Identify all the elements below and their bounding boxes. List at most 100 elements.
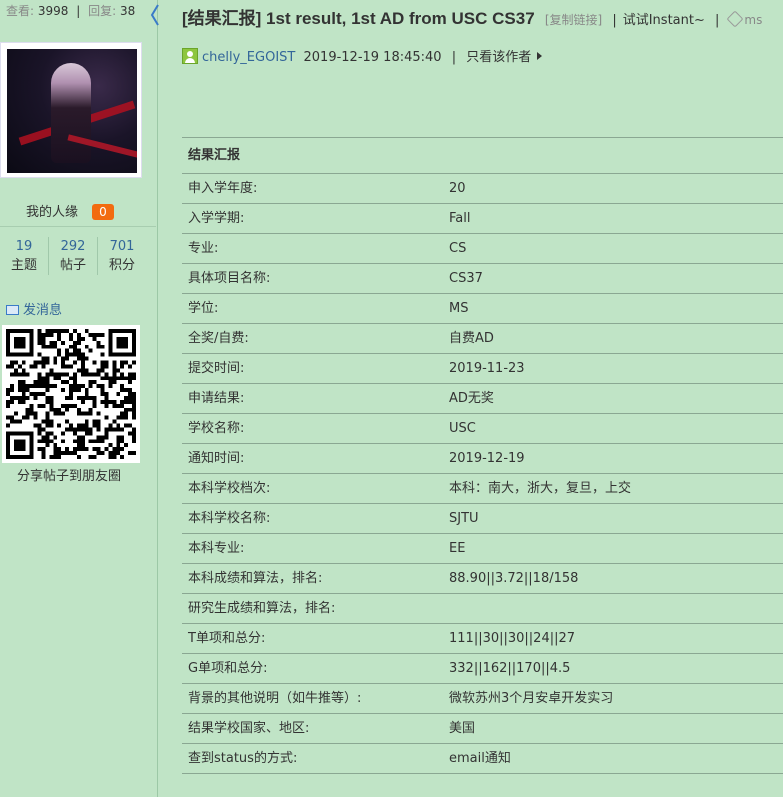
- author-counts: 19 主题 292 帖子 701 积分: [0, 237, 146, 275]
- row-value: 88.90||3.72||18/158: [449, 571, 579, 586]
- tag-link[interactable]: ms: [744, 13, 762, 27]
- row-key: 提交时间:: [188, 361, 245, 376]
- copy-link-button[interactable]: [复制链接]: [545, 13, 602, 27]
- row-value: EE: [449, 541, 466, 556]
- avatar-image[interactable]: [7, 49, 137, 173]
- row-value: email通知: [449, 751, 511, 766]
- chevron-left-icon: [150, 4, 159, 26]
- table-row: 申请结果: AD无奖: [182, 384, 783, 414]
- table-row: 具体项目名称: CS37: [182, 264, 783, 294]
- row-value: 本科：南大，浙大，复旦，上交: [449, 481, 632, 496]
- count-posts-num[interactable]: 292: [49, 237, 97, 256]
- table-row: 查到status的方式: email通知: [182, 744, 783, 774]
- renyuan-badge: 0: [92, 204, 114, 220]
- views-label: 查看:: [6, 4, 35, 18]
- row-value: [449, 594, 783, 623]
- row-value: 美国: [449, 721, 476, 736]
- only-author-link[interactable]: 只看该作者: [466, 50, 531, 65]
- table-row: 本科学校档次: 本科：南大，浙大，复旦，上交: [182, 474, 783, 504]
- count-threads-num[interactable]: 19: [0, 237, 48, 256]
- send-message-label[interactable]: 发消息: [23, 303, 62, 318]
- row-key: 通知时间:: [188, 451, 245, 466]
- table-row: 提交时间: 2019-11-23: [182, 354, 783, 384]
- thread-stats: 查看: 3998 | 回复: 38: [6, 4, 136, 18]
- table-row: T单项和总分: 111||30||30||24||27: [182, 624, 783, 654]
- renyuan-row: 我的人缘 0: [26, 201, 114, 220]
- count-points-label[interactable]: 积分: [98, 256, 146, 275]
- row-value: CS37: [449, 271, 483, 286]
- table-row: 背景的其他说明（如牛推等）: 微软苏州3个月安卓开发实习: [182, 684, 783, 714]
- row-key: 背景的其他说明（如牛推等）:: [188, 691, 362, 706]
- share-label: 分享帖子到朋友圈: [17, 469, 122, 484]
- replies-count: 38: [120, 4, 136, 18]
- row-key: 全奖/自费:: [188, 331, 249, 346]
- author-sidebar: 查看: 3998 | 回复: 38 我的人缘 0 19 主题 292 帖子 70…: [0, 0, 158, 797]
- row-value: MS: [449, 301, 469, 316]
- table-row: G单项和总分: 332||162||170||4.5: [182, 654, 783, 684]
- user-icon: [182, 48, 198, 64]
- thread-title-bar: [结果汇报] 1st result, 1st AD from USC CS37 …: [182, 9, 763, 28]
- table-row: 专业: CS: [182, 234, 783, 264]
- row-key: 查到status的方式:: [188, 751, 298, 766]
- table-row: 结果学校国家、地区: 美国: [182, 714, 783, 744]
- result-heading: 结果汇报: [182, 138, 783, 174]
- row-value: CS: [449, 241, 467, 256]
- table-row: 学位: MS: [182, 294, 783, 324]
- table-row: 研究生成绩和算法，排名:: [182, 594, 783, 624]
- row-key: 本科成绩和算法，排名:: [188, 571, 323, 586]
- row-value: 20: [449, 181, 466, 196]
- envelope-icon: [6, 305, 19, 315]
- thread-title: [结果汇报] 1st result, 1st AD from USC CS37: [182, 9, 535, 28]
- count-posts-label[interactable]: 帖子: [49, 256, 97, 275]
- views-count: 3998: [37, 4, 69, 18]
- replies-label: 回复:: [88, 4, 117, 18]
- row-key: G单项和总分:: [188, 661, 268, 676]
- row-key: 结果学校国家、地区:: [188, 721, 310, 736]
- post-author-line: chelly_EGOIST 2019-12-19 18:45:40 | 只看该作…: [182, 46, 543, 65]
- renyuan-label: 我的人缘: [26, 205, 79, 220]
- count-posts[interactable]: 292 帖子: [49, 237, 98, 275]
- row-key: 具体项目名称:: [188, 271, 271, 286]
- row-key: 学位:: [188, 301, 219, 316]
- author-name-link[interactable]: chelly_EGOIST: [202, 50, 295, 65]
- count-points-num[interactable]: 701: [98, 237, 146, 256]
- triangle-right-icon: [537, 52, 543, 60]
- result-table: 结果汇报 申入学年度: 20 入学学期: Fall 专业: CS 具体项目名称: CS37 学位…: [182, 137, 783, 774]
- count-points[interactable]: 701 积分: [98, 237, 146, 275]
- tag-icon: [726, 10, 744, 28]
- sidebar-divider: [0, 226, 156, 227]
- row-value: SJTU: [449, 511, 479, 526]
- qr-code: [2, 325, 140, 463]
- row-key: 本科专业:: [188, 541, 245, 556]
- table-row: 入学学期: Fall: [182, 204, 783, 234]
- count-threads[interactable]: 19 主题: [0, 237, 49, 275]
- row-key: T单项和总分:: [188, 631, 266, 646]
- row-key: 研究生成绩和算法，排名:: [188, 601, 336, 616]
- row-key: 入学学期:: [188, 211, 245, 226]
- count-threads-label[interactable]: 主题: [0, 256, 48, 275]
- table-row: 本科专业: EE: [182, 534, 783, 564]
- table-row: 本科学校名称: SJTU: [182, 504, 783, 534]
- send-message-link[interactable]: 发消息: [6, 299, 62, 318]
- row-value: 332||162||170||4.5: [449, 661, 571, 676]
- row-value: AD无奖: [449, 391, 494, 406]
- row-value: USC: [449, 421, 476, 436]
- instant-link[interactable]: 试试Instant~: [623, 13, 705, 28]
- row-key: 本科学校档次:: [188, 481, 271, 496]
- table-row: 全奖/自费: 自费AD: [182, 324, 783, 354]
- row-key: 本科学校名称:: [188, 511, 271, 526]
- qr-code-image: [6, 329, 136, 459]
- row-value: 自费AD: [449, 331, 494, 346]
- row-value: 2019-11-23: [449, 361, 525, 376]
- table-row: 本科成绩和算法，排名: 88.90||3.72||18/158: [182, 564, 783, 594]
- avatar[interactable]: [0, 42, 142, 178]
- row-key: 专业:: [188, 241, 219, 256]
- table-row: 申入学年度: 20: [182, 174, 783, 204]
- row-key: 申入学年度:: [188, 181, 258, 196]
- row-key: 申请结果:: [188, 391, 245, 406]
- row-value: 2019-12-19: [449, 451, 525, 466]
- row-value: Fall: [449, 211, 471, 226]
- table-row: 学校名称: USC: [182, 414, 783, 444]
- row-key: 学校名称:: [188, 421, 245, 436]
- row-value: 111||30||30||24||27: [449, 631, 576, 646]
